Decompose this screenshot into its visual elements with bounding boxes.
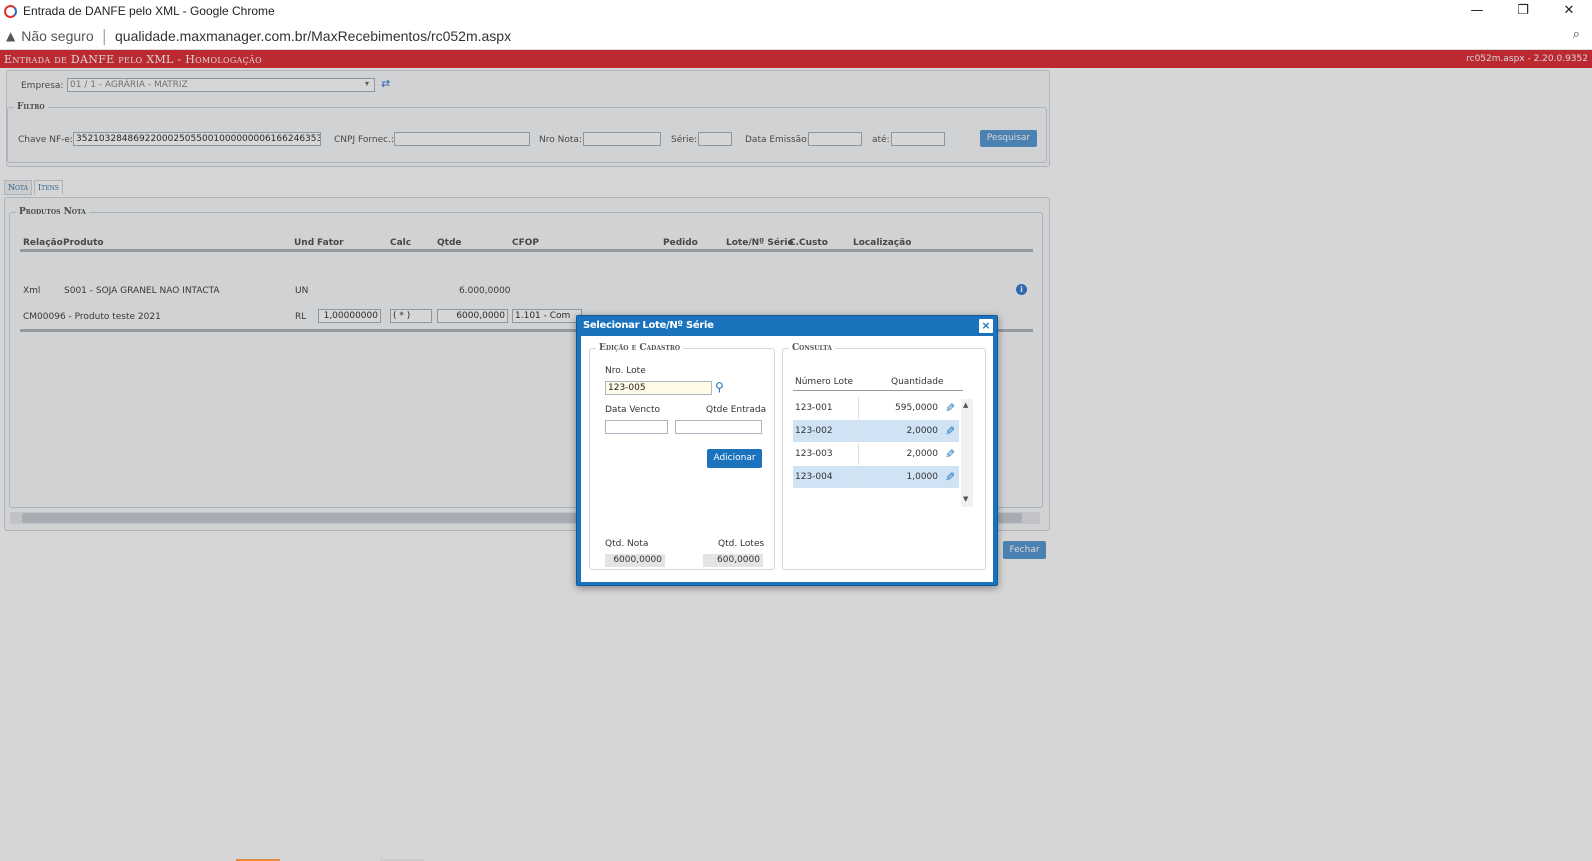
row-divider [858, 443, 859, 465]
lote-numero: 123-002 [795, 426, 833, 436]
browser-titlebar: Entrada de DANFE pelo XML - Google Chrom… [0, 0, 1592, 22]
dialog-close-button[interactable]: × [979, 319, 993, 333]
qtd-lotes-value: 600,0000 [703, 554, 763, 567]
lote-numero: 123-004 [795, 472, 833, 482]
data-vencto-label: Data Vencto [605, 405, 661, 415]
col-quantidade[interactable]: Quantidade [891, 377, 944, 387]
restore-icon[interactable]: ❐ [1500, 0, 1546, 22]
address-separator: | [101, 26, 108, 45]
lotes-vertical-scrollbar[interactable]: ▲ ▼ [961, 399, 973, 507]
scroll-up-icon[interactable]: ▲ [963, 401, 968, 409]
qtd-nota-value: 6000,0000 [605, 554, 665, 567]
consulta-legend: Consulta [789, 343, 835, 353]
nro-lote-input[interactable]: 123-005 [605, 381, 712, 395]
lote-row[interactable]: 123-001 595,0000 ✎ [793, 397, 959, 419]
lote-row[interactable]: 123-003 2,0000 ✎ [793, 443, 959, 465]
edit-pencil-icon[interactable]: ✎ [945, 424, 955, 438]
address-bar[interactable]: ▲ Não seguro | qualidade.maxmanager.com.… [0, 22, 1592, 50]
edicao-legend: Edição e Cadastro [596, 343, 684, 353]
lote-quantidade: 2,0000 [906, 426, 939, 436]
lote-row[interactable]: 123-004 1,0000 ✎ [793, 466, 959, 488]
warning-icon[interactable]: ▲ [6, 29, 15, 43]
lote-quantidade: 1,0000 [906, 472, 939, 482]
lote-quantidade: 2,0000 [906, 449, 939, 459]
lote-numero: 123-001 [795, 403, 833, 413]
close-window-icon[interactable]: ✕ [1546, 0, 1592, 22]
row-divider [858, 420, 859, 442]
qtde-entrada-label: Qtde Entrada [706, 405, 767, 415]
lote-numero: 123-003 [795, 449, 833, 459]
col-numero-lote[interactable]: Número Lote [795, 377, 853, 387]
search-icon[interactable]: ⚲ [715, 380, 724, 394]
zoom-icon[interactable]: ⌕ [1573, 27, 1580, 42]
lote-quantidade: 595,0000 [895, 403, 938, 413]
window-title: Entrada de DANFE pelo XML - Google Chrom… [23, 4, 275, 18]
edit-pencil-icon[interactable]: ✎ [945, 470, 955, 484]
url-text[interactable]: qualidade.maxmanager.com.br/MaxRecebimen… [115, 28, 511, 44]
qtde-entrada-input[interactable] [675, 420, 762, 434]
chrome-favicon-icon [4, 4, 17, 18]
lotes-table-header: Número Lote Quantidade [793, 375, 963, 391]
lote-row[interactable]: 123-002 2,0000 ✎ [793, 420, 959, 442]
row-divider [858, 397, 859, 419]
dialog-title: Selecionar Lote/Nº Série [583, 320, 714, 331]
row-divider [858, 466, 859, 488]
dialog-body: Edição e Cadastro Nro. Lote 123-005 ⚲ Da… [581, 336, 993, 582]
edicao-fieldset: Edição e Cadastro Nro. Lote 123-005 ⚲ Da… [589, 343, 775, 570]
security-label[interactable]: Não seguro [21, 28, 93, 44]
minimize-icon[interactable]: — [1454, 0, 1500, 22]
qtd-nota-label: Qtd. Nota [605, 539, 649, 549]
edit-pencil-icon[interactable]: ✎ [945, 401, 955, 415]
lote-serie-dialog: Selecionar Lote/Nº Série × Edição e Cada… [576, 315, 998, 586]
edit-pencil-icon[interactable]: ✎ [945, 447, 955, 461]
window-controls: — ❐ ✕ [1454, 0, 1592, 22]
consulta-fieldset: Consulta Número Lote Quantidade 123-001 … [782, 343, 986, 570]
data-vencto-input[interactable] [605, 420, 668, 434]
qtd-lotes-label: Qtd. Lotes [718, 539, 765, 549]
adicionar-button[interactable]: Adicionar [707, 449, 762, 468]
nro-lote-label: Nro. Lote [605, 366, 646, 376]
scroll-down-icon[interactable]: ▼ [963, 495, 968, 503]
